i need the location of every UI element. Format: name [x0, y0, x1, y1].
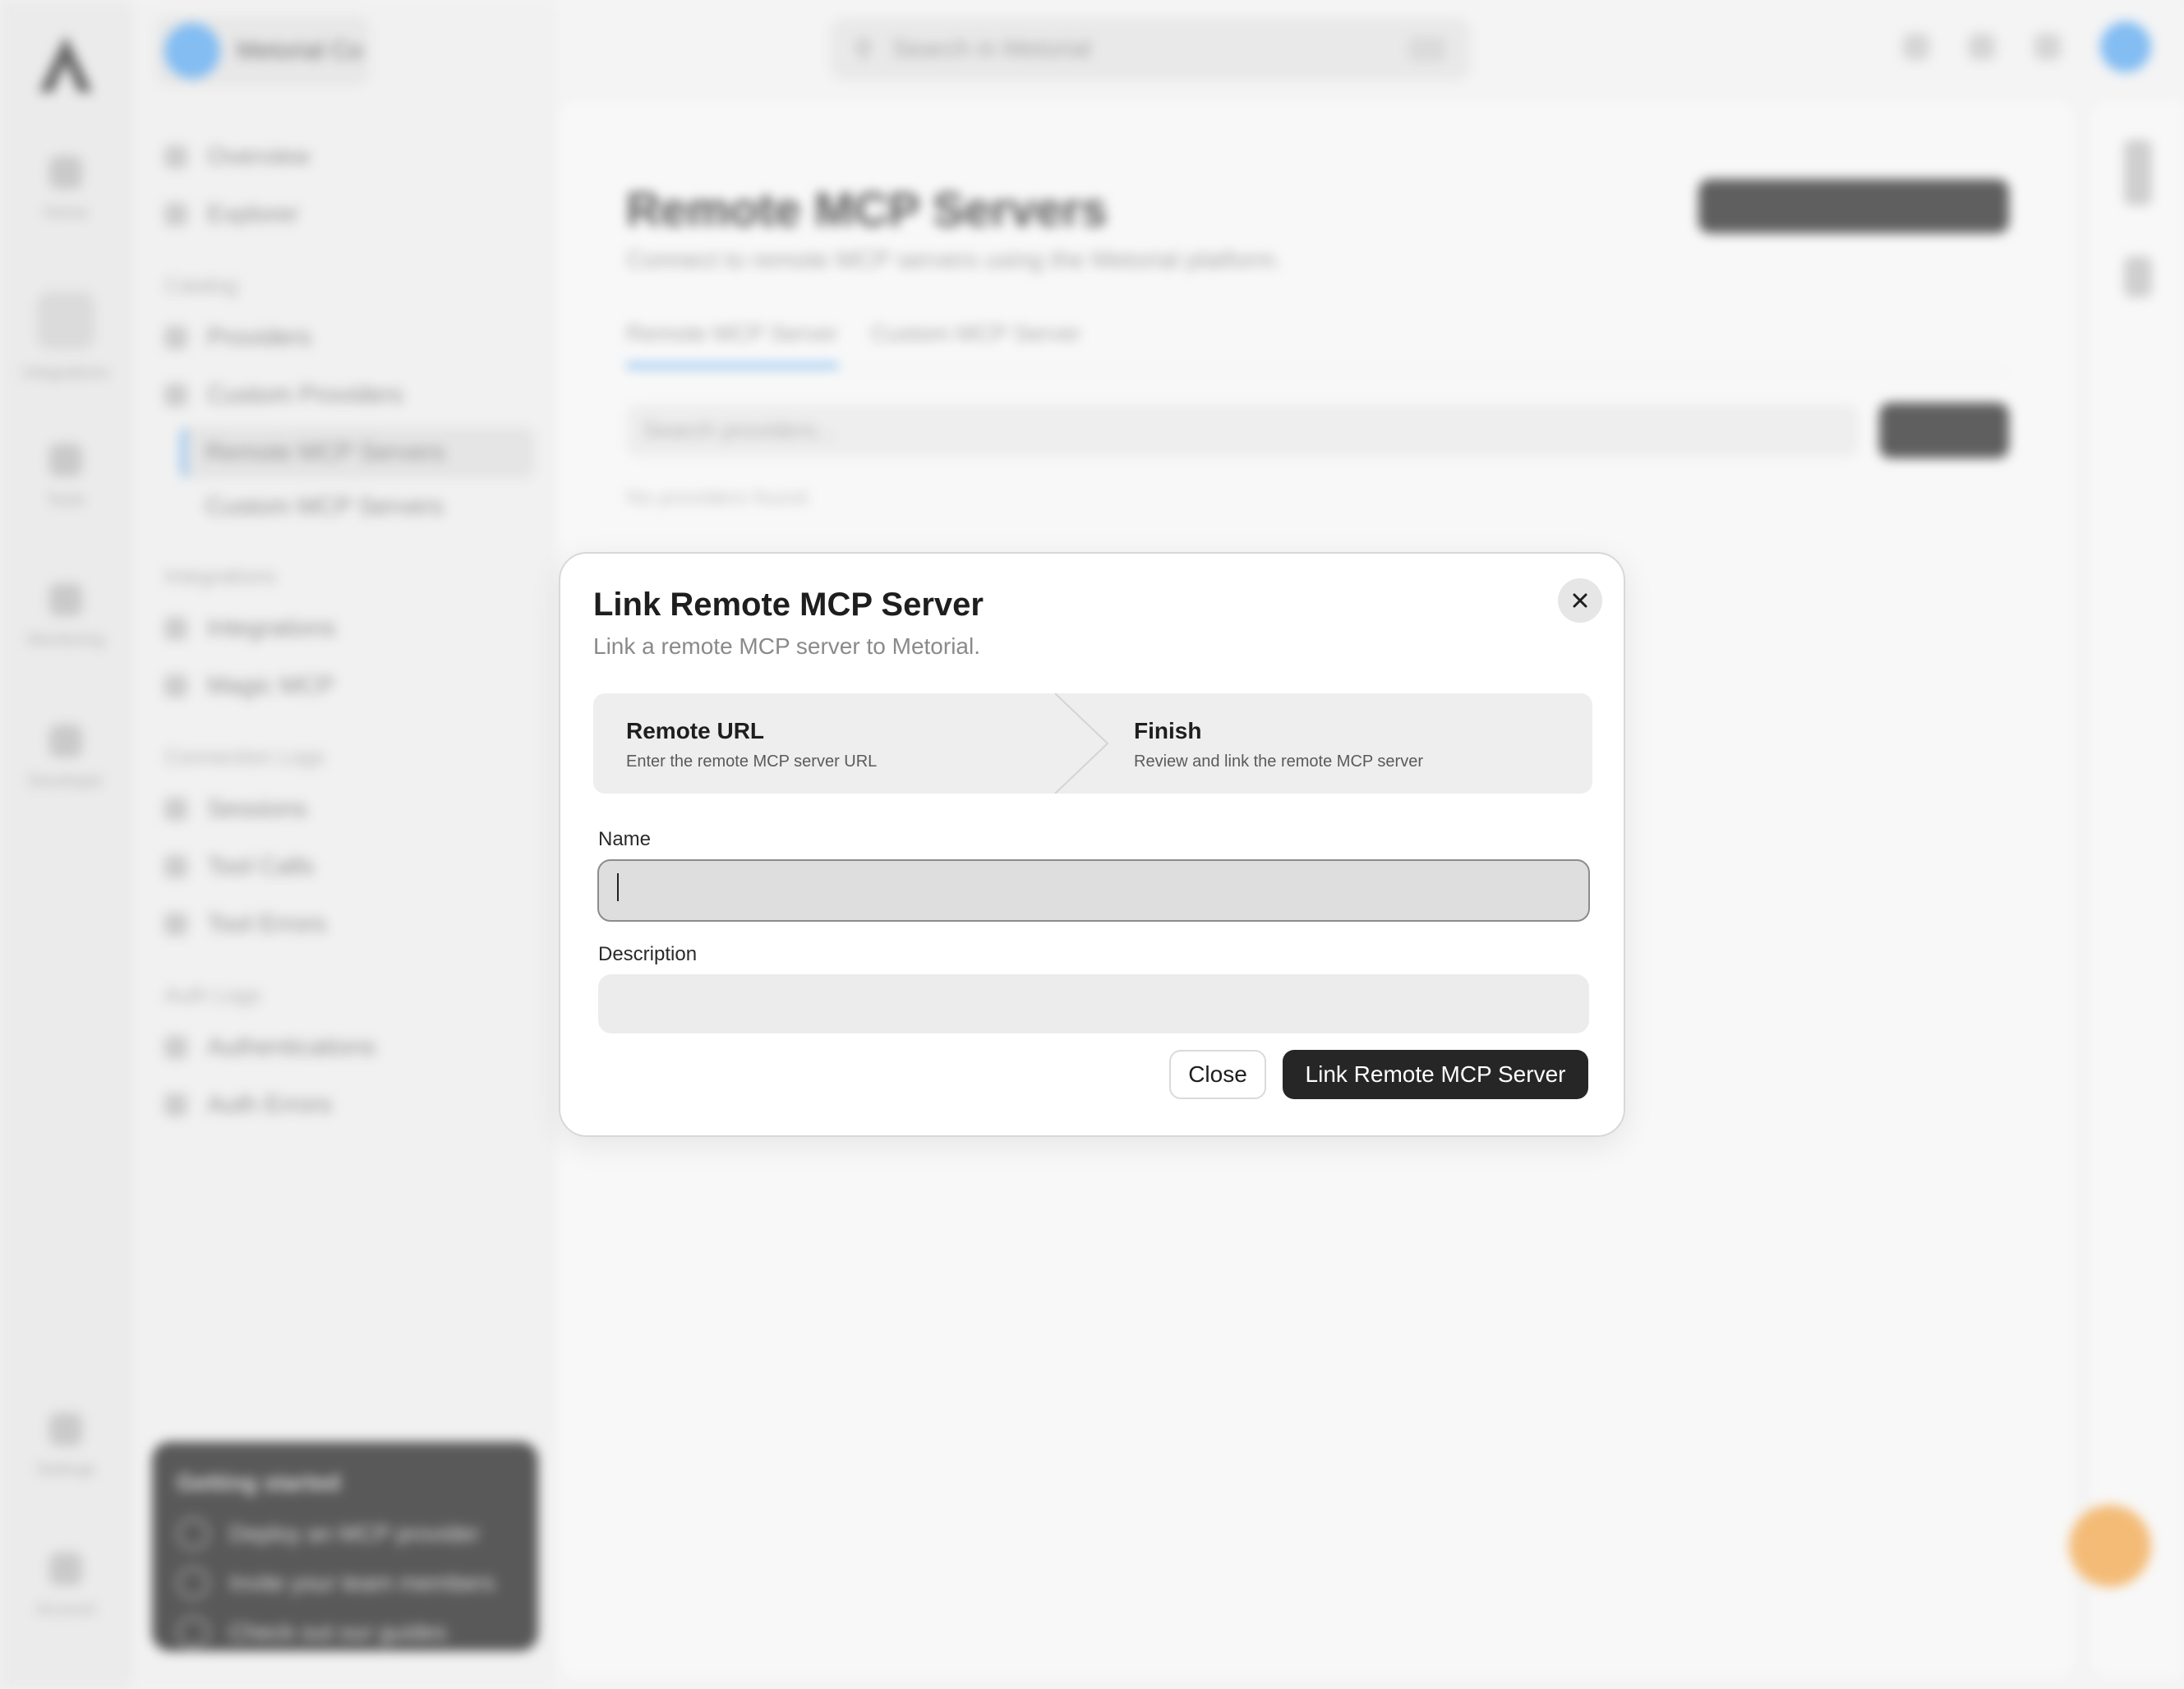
step-chevron-icon: [1054, 693, 1109, 794]
description-input[interactable]: [598, 974, 1589, 1033]
name-label: Name: [598, 828, 652, 850]
link-remote-mcp-dialog: Link Remote MCP Server Link a remote MCP…: [559, 552, 1625, 1137]
name-input[interactable]: [597, 859, 1590, 922]
dialog-title: Link Remote MCP Server: [593, 587, 984, 623]
step-finish: Finish Review and link the remote MCP se…: [1134, 718, 1423, 771]
close-icon: [1573, 593, 1587, 608]
close-button[interactable]: Close: [1169, 1050, 1266, 1099]
text-caret: [617, 873, 619, 901]
dialog-close-button[interactable]: [1558, 578, 1602, 623]
dialog-subtitle: Link a remote MCP server to Metorial.: [593, 633, 980, 659]
description-label: Description: [598, 943, 698, 965]
step-remote-url: Remote URL Enter the remote MCP server U…: [626, 718, 878, 771]
stepper: Remote URL Enter the remote MCP server U…: [593, 693, 1592, 794]
link-remote-mcp-server-button[interactable]: Link Remote MCP Server: [1283, 1050, 1588, 1099]
